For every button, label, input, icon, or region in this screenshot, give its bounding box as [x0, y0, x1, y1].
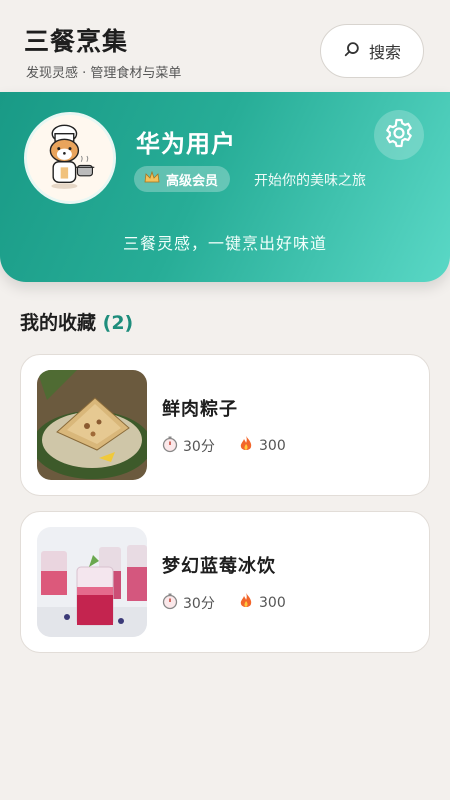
- cook-time: 30分: [161, 435, 215, 457]
- favorites-title: 我的收藏: [20, 312, 97, 334]
- recipe-name: 梦幻蓝莓冰饮: [162, 556, 276, 577]
- profile-card: 华为用户 高级会员 开始你的美味之旅 三餐灵感，一键烹出好味道: [0, 92, 450, 282]
- calories: 300: [237, 592, 286, 614]
- profile-slogan: 三餐灵感，一键烹出好味道: [122, 234, 327, 253]
- search-button-label: 搜索: [368, 43, 401, 62]
- recipe-card[interactable]: 鲜肉粽子 30分 300: [20, 354, 430, 496]
- berry-drink-photo: [37, 527, 147, 637]
- favorites-heading: 我的收藏 (2): [20, 308, 133, 335]
- recipe-card[interactable]: 梦幻蓝莓冰饮 30分 300: [20, 511, 430, 653]
- favorites-count: (2): [102, 312, 134, 334]
- timer-icon: [161, 435, 179, 457]
- profile-tagline: 开始你的美味之旅: [254, 173, 366, 189]
- settings-button[interactable]: [374, 110, 424, 160]
- app-header: 三餐烹集 发现灵感 · 管理食材与菜单 搜索: [0, 0, 450, 92]
- zongzi-photo: [37, 370, 147, 480]
- search-icon: [343, 40, 361, 62]
- flame-icon: [237, 592, 255, 614]
- crown-icon: [144, 170, 160, 188]
- cook-time-value: 30分: [183, 596, 215, 612]
- member-badge: 高级会员: [134, 166, 231, 192]
- gear-icon: [383, 117, 415, 153]
- app-subtitle: 发现灵感 · 管理食材与菜单: [26, 66, 182, 81]
- recipe-name: 鲜肉粽子: [162, 399, 238, 420]
- flame-icon: [237, 435, 255, 457]
- search-button[interactable]: 搜索: [320, 24, 424, 78]
- member-badge-label: 高级会员: [166, 173, 219, 189]
- calories-value: 300: [259, 595, 286, 611]
- calories-value: 300: [259, 438, 286, 454]
- cook-time: 30分: [161, 592, 215, 614]
- timer-icon: [161, 592, 179, 614]
- username: 华为用户: [136, 130, 236, 158]
- avatar[interactable]: [24, 112, 116, 204]
- calories: 300: [237, 435, 286, 457]
- cook-time-value: 30分: [183, 439, 215, 455]
- app-title: 三餐烹集: [24, 27, 129, 56]
